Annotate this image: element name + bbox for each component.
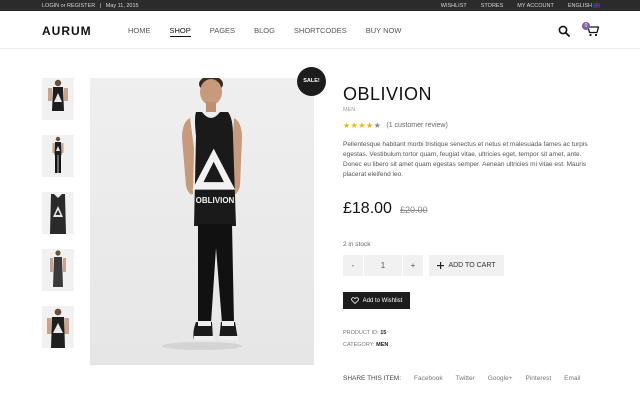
share-twitter-link[interactable]: Twitter xyxy=(456,375,475,382)
quantity-stepper: - 1 + xyxy=(343,255,423,276)
stores-link[interactable]: STORES xyxy=(481,3,504,9)
share-row: SHARE THIS ITEM: Facebook Twitter Google… xyxy=(343,375,580,382)
product-id-label: PRODUCT ID: xyxy=(343,330,379,336)
nav-shortcodes[interactable]: SHORTCODES xyxy=(294,26,347,37)
product-id-row: PRODUCT ID: 15 xyxy=(343,330,386,336)
cart-count-badge: 0 xyxy=(582,22,590,30)
add-to-cart-label: ADD TO CART xyxy=(448,262,496,269)
share-googleplus-link[interactable]: Google+ xyxy=(488,375,513,382)
category-label: CATEGORY: xyxy=(343,342,375,348)
topbar-date: May 11, 2015 xyxy=(105,2,139,9)
heart-icon xyxy=(350,297,359,304)
main-nav: HOME SHOP PAGES BLOG SHORTCODES BUY NOW xyxy=(128,26,401,37)
login-register-link[interactable]: LOGIN or REGISTER xyxy=(42,3,95,9)
site-logo[interactable]: AURUM xyxy=(42,24,92,38)
site-header: AURUM HOME SHOP PAGES BLOG SHORTCODES BU… xyxy=(0,11,640,49)
nav-blog[interactable]: BLOG xyxy=(254,26,275,37)
product-description: Pellentesque habitant morbi tristique se… xyxy=(343,141,588,178)
wishlist-link[interactable]: WISHLIST xyxy=(441,3,467,9)
category-value-link[interactable]: MEN xyxy=(376,342,388,348)
share-pinterest-link[interactable]: Pinterest xyxy=(526,375,552,382)
search-icon[interactable] xyxy=(558,25,570,37)
quantity-input[interactable]: 1 xyxy=(363,255,403,276)
share-label: SHARE THIS ITEM: xyxy=(343,375,402,382)
nav-buy-now[interactable]: BUY NOW xyxy=(366,26,402,37)
topbar-separator: | xyxy=(99,2,102,9)
product-id-value: 15 xyxy=(380,330,387,336)
thumbnail-1[interactable] xyxy=(42,78,74,120)
top-bar: LOGIN or REGISTER | May 11, 2015 WISHLIS… xyxy=(0,0,640,11)
thumbnail-2[interactable] xyxy=(42,135,74,177)
thumbnail-3[interactable] xyxy=(42,192,74,234)
my-account-link[interactable]: MY ACCOUNT xyxy=(517,3,554,9)
thumbnail-5[interactable] xyxy=(42,306,74,348)
nav-pages[interactable]: PAGES xyxy=(210,26,235,37)
product-rating: ★★★★★ (1 customer review) xyxy=(343,121,603,130)
product-title: OBLIVION xyxy=(343,84,433,104)
old-price: £20.00 xyxy=(399,205,428,215)
current-price: £18.00 xyxy=(343,200,392,217)
product-info: OBLIVION MEN ★★★★★ (1 customer review) P… xyxy=(343,84,603,180)
review-count-link[interactable]: (1 customer review) xyxy=(386,122,447,129)
nav-shop[interactable]: SHOP xyxy=(169,26,191,37)
product-category-row: CATEGORY: MEN xyxy=(343,342,388,348)
plus-icon xyxy=(437,262,445,269)
nav-home[interactable]: HOME xyxy=(128,26,151,37)
share-facebook-link[interactable]: Facebook xyxy=(414,375,443,382)
star-rating-icon: ★★★★★ xyxy=(343,121,382,130)
uk-flag-icon xyxy=(593,2,600,8)
quantity-decrease-button[interactable]: - xyxy=(343,255,363,276)
add-to-wishlist-button[interactable]: Add to Wishlist xyxy=(343,292,410,309)
add-to-wishlist-label: Add to Wishlist xyxy=(362,297,403,304)
quantity-increase-button[interactable]: + xyxy=(403,255,423,276)
product-main-image[interactable]: OBLIVION xyxy=(90,78,314,365)
stock-status: 2 in stock xyxy=(343,241,371,248)
sale-badge: SALE! xyxy=(297,67,326,96)
product-category-tag[interactable]: MEN xyxy=(343,107,603,113)
add-to-cart-button[interactable]: ADD TO CART xyxy=(429,255,504,276)
price-row: £18.00 £20.00 xyxy=(343,200,427,218)
thumbnail-4[interactable] xyxy=(42,249,74,291)
shirt-print-text: OBLIVION xyxy=(196,196,235,205)
language-selector[interactable]: ENGLISH xyxy=(567,2,600,9)
share-email-link[interactable]: Email xyxy=(564,375,580,382)
language-label: ENGLISH xyxy=(567,2,592,9)
